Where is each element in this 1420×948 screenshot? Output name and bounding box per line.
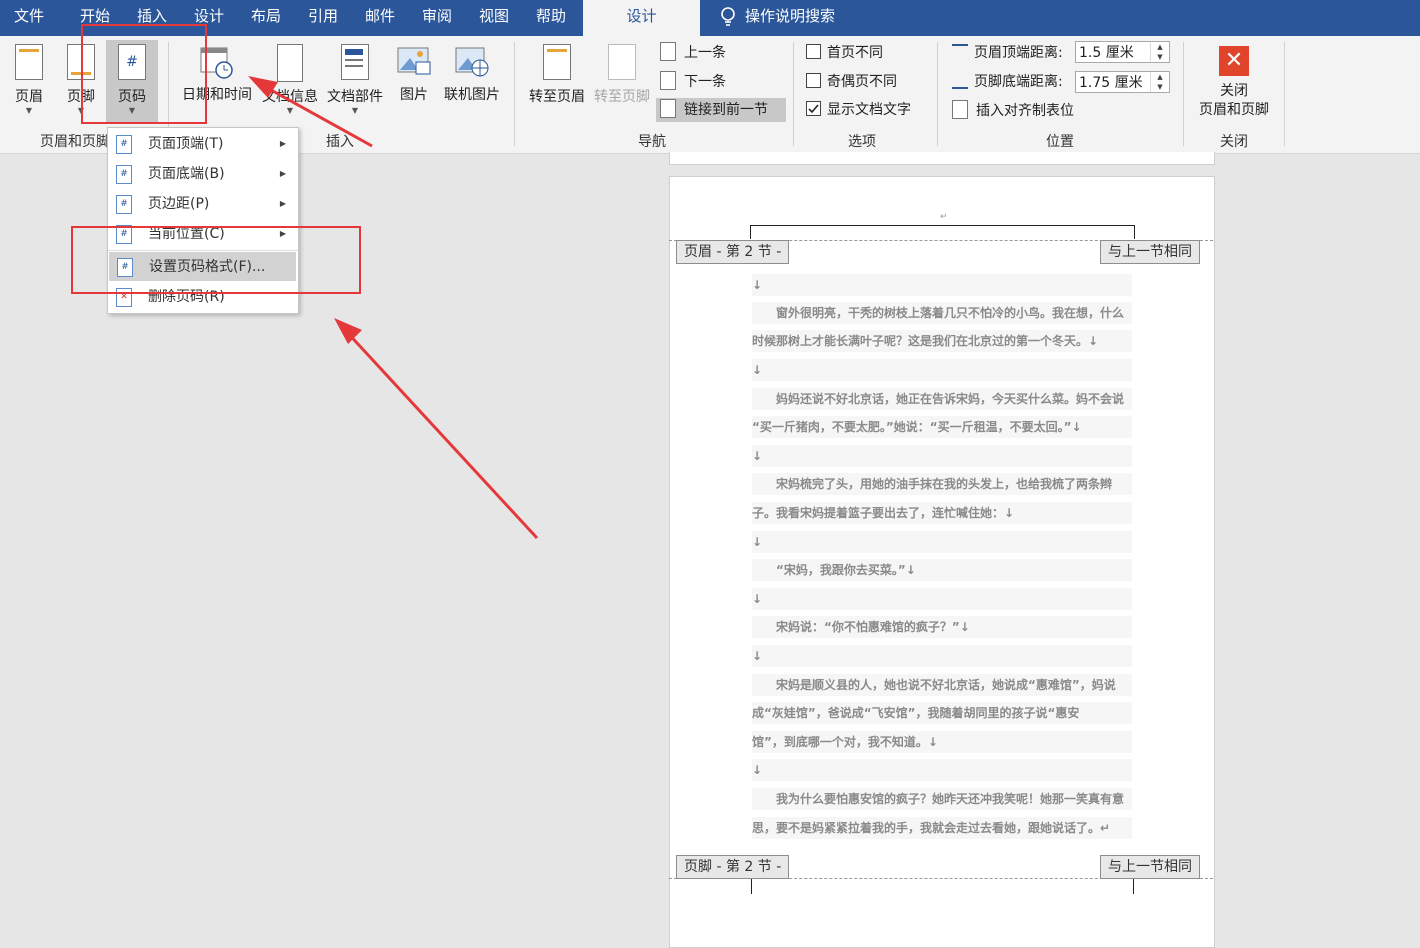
arrow-to-page-number-button [248, 76, 373, 148]
annotation-arrows [248, 76, 539, 540]
arrow-to-format-menu-item [334, 318, 539, 540]
